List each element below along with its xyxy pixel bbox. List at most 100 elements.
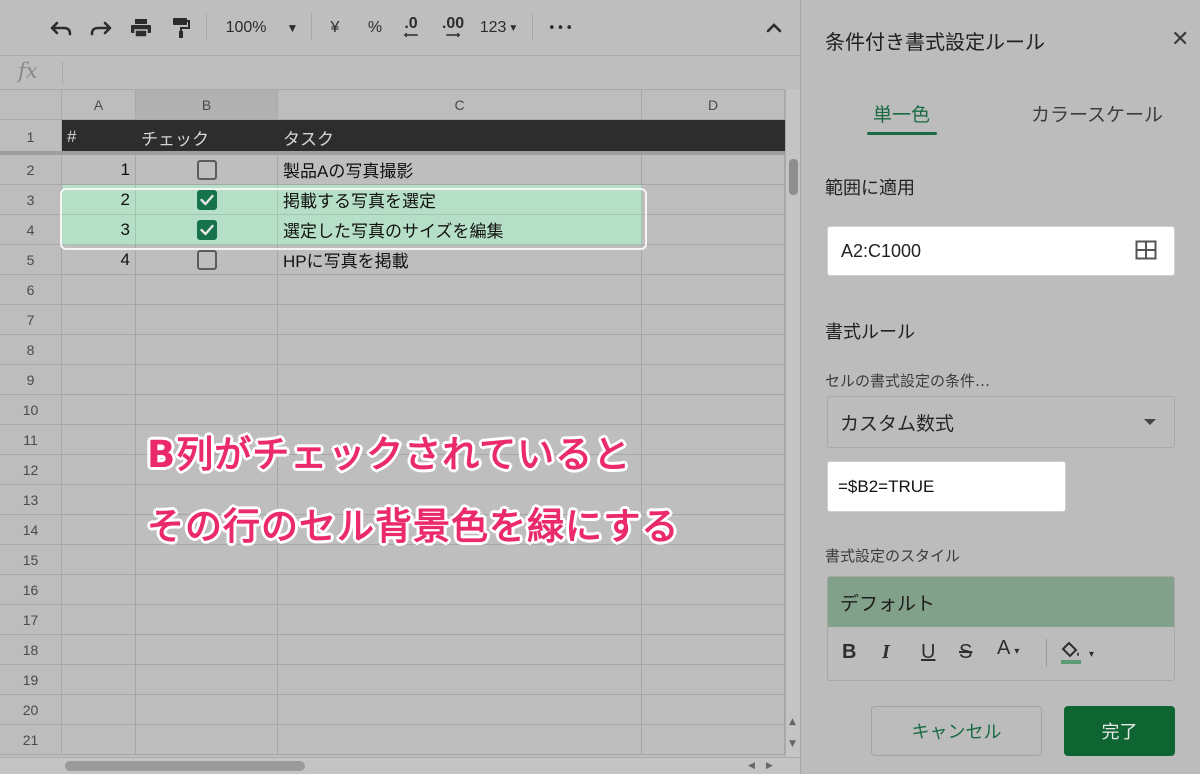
cell-d[interactable] [642,395,785,425]
cell-a[interactable] [62,605,136,635]
row-header[interactable]: 13 [0,485,62,515]
cell-d[interactable] [642,725,785,755]
row-header[interactable]: 7 [0,305,62,335]
scroll-left-icon[interactable]: ◀ [748,761,755,771]
row-header[interactable]: 17 [0,605,62,635]
cell-a[interactable]: 2 [62,185,136,215]
cell-c[interactable]: 選定した写真のサイズを編集 [278,215,642,245]
row-header[interactable]: 5 [0,245,62,275]
vertical-scroll-thumb[interactable] [789,159,798,195]
cell-b[interactable] [136,395,278,425]
row-header[interactable]: 19 [0,665,62,695]
cell-c[interactable]: HPに写真を掲載 [278,245,642,275]
close-button[interactable]: ✕ [1171,27,1189,52]
cell-b[interactable] [136,635,278,665]
cell-b[interactable] [136,665,278,695]
select-range-icon[interactable] [1135,240,1157,260]
row-header[interactable]: 10 [0,395,62,425]
cell-b[interactable] [136,245,278,275]
cell-c[interactable]: 掲載する写真を選定 [278,185,642,215]
scroll-down-icon[interactable]: ▼ [789,739,796,749]
style-preview[interactable]: デフォルト [828,577,1174,627]
fill-color-button[interactable]: ▾ [1058,639,1094,671]
row-header[interactable]: 20 [0,695,62,725]
cell-grid[interactable]: A B C D 1 # チェック タスク 2 1 製品Aの写真撮影 3 2 掲載する写真を選定 4 3 選定した… [0,89,785,757]
paint-format-button[interactable] [166,14,196,42]
increase-decimal-button[interactable]: .00 ⟶ [436,14,470,42]
cell-a[interactable]: 1 [62,155,136,185]
column-header-d[interactable]: D [642,89,785,120]
cell-d[interactable] [642,665,785,695]
cell-c[interactable] [278,665,642,695]
row-header[interactable]: 3 [0,185,62,215]
number-format-select[interactable]: 123 ▼ [476,14,522,42]
cell-d[interactable] [642,215,785,245]
cell-b[interactable] [136,305,278,335]
cell-c[interactable] [278,275,642,305]
cell-d[interactable] [642,575,785,605]
italic-button[interactable]: I [882,641,890,664]
underline-button[interactable]: U [921,641,935,664]
cancel-button[interactable]: キャンセル [871,706,1042,756]
zoom-select[interactable]: 100% ▼ [222,14,302,42]
tab-single-color[interactable]: 単一色 [873,100,930,127]
cell-b[interactable] [136,335,278,365]
cell-a[interactable] [62,695,136,725]
checkbox-unchecked[interactable] [196,249,217,270]
cell-d[interactable] [642,605,785,635]
cell-d[interactable] [642,305,785,335]
cell-d[interactable] [642,120,785,155]
print-button[interactable] [126,14,156,42]
cell-d[interactable] [642,155,785,185]
cell-b[interactable] [136,695,278,725]
cell-b[interactable] [136,215,278,245]
custom-formula-input[interactable]: =$B2=TRUE [827,461,1066,512]
cell-c[interactable] [278,695,642,725]
cell-b[interactable]: チェック [136,120,278,155]
cell-a[interactable] [62,425,136,455]
row-header[interactable]: 11 [0,425,62,455]
currency-format-button[interactable]: ¥ [322,14,348,42]
cell-d[interactable] [642,185,785,215]
cell-c[interactable] [278,305,642,335]
vertical-scrollbar[interactable]: ▲ ▼ [785,89,800,757]
cell-c[interactable]: 製品Aの写真撮影 [278,155,642,185]
cell-a[interactable] [62,665,136,695]
horizontal-scrollbar[interactable]: ◀ ▶ [0,757,800,774]
row-header[interactable]: 1 [0,120,62,155]
cell-c[interactable] [278,395,642,425]
cell-a[interactable] [62,275,136,305]
cell-a[interactable] [62,305,136,335]
more-button[interactable]: ••• [544,14,578,42]
cell-d[interactable] [642,275,785,305]
cell-a[interactable]: # [62,120,136,155]
cell-a[interactable] [62,365,136,395]
row-header[interactable]: 16 [0,575,62,605]
horizontal-scroll-thumb[interactable] [65,761,305,771]
row-header[interactable]: 14 [0,515,62,545]
column-header-b[interactable]: B [136,89,278,120]
cell-c[interactable] [278,725,642,755]
cell-a[interactable] [62,335,136,365]
decrease-decimal-button[interactable]: .0 ⟵ [396,14,426,42]
cell-a[interactable] [62,515,136,545]
cell-d[interactable] [642,365,785,395]
cell-c[interactable] [278,605,642,635]
done-button[interactable]: 完了 [1064,706,1175,756]
tab-color-scale[interactable]: カラースケール [1031,100,1163,127]
row-header[interactable]: 9 [0,365,62,395]
column-header-c[interactable]: C [278,89,642,120]
row-header[interactable]: 2 [0,155,62,185]
cell-d[interactable] [642,695,785,725]
row-header[interactable]: 6 [0,275,62,305]
cell-b[interactable] [136,605,278,635]
cell-b[interactable] [136,575,278,605]
cell-a[interactable] [62,395,136,425]
cell-a[interactable] [62,575,136,605]
cell-a[interactable] [62,635,136,665]
undo-button[interactable] [46,14,76,42]
cell-c[interactable] [278,335,642,365]
cell-a[interactable] [62,725,136,755]
cell-c[interactable] [278,635,642,665]
text-color-button[interactable]: A ▾ [997,637,1019,660]
